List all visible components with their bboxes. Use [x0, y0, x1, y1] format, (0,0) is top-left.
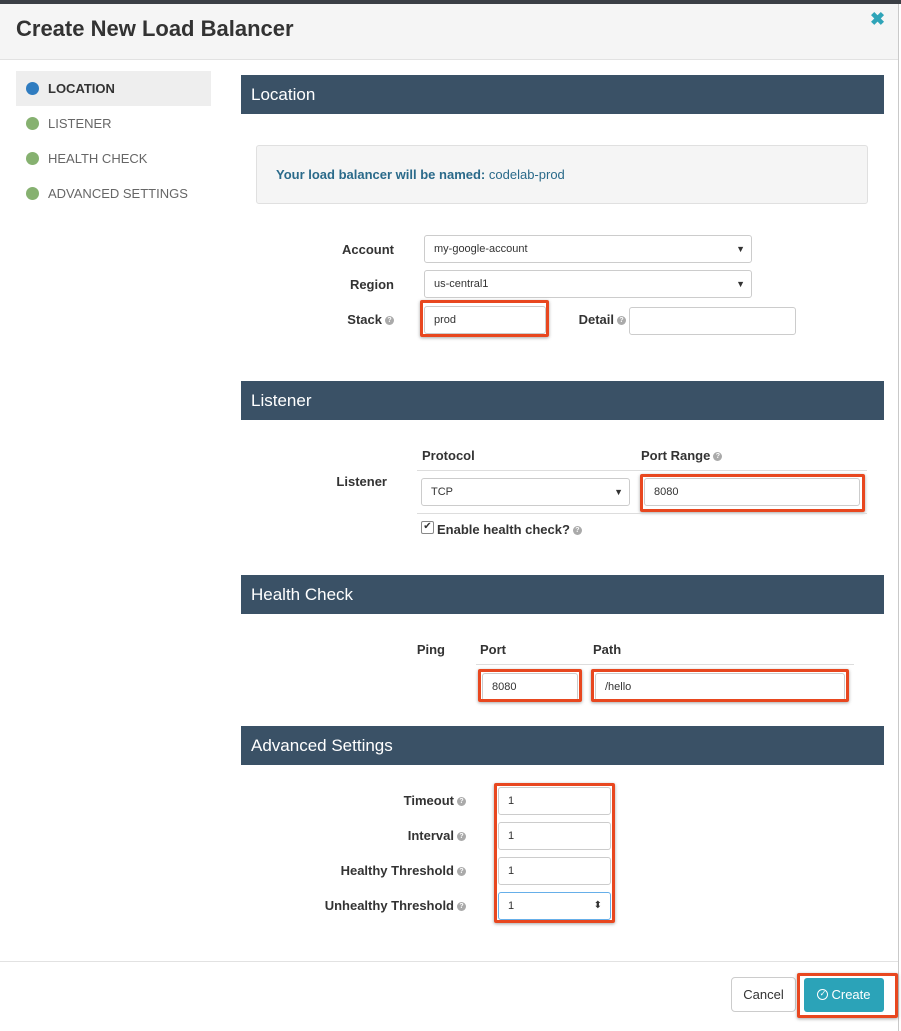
ping-port-column-header: Port: [480, 642, 506, 657]
account-value: my-google-account: [434, 243, 528, 255]
help-icon[interactable]: ?: [617, 316, 626, 326]
help-icon[interactable]: ?: [457, 797, 466, 807]
step-dot-icon: [26, 117, 39, 130]
ping-path-column-header: Path: [593, 642, 622, 657]
port-range-header-row: Port Range?: [641, 448, 723, 463]
load-balancer-name: codelab-prod: [488, 167, 565, 182]
chevron-down-icon: ▼: [736, 279, 745, 289]
interval-label: Interval: [407, 828, 454, 843]
protocol-column-header: Protocol: [422, 448, 475, 463]
advanced-settings-section-header: Advanced Settings: [241, 726, 884, 765]
highlight-ping-port: [478, 669, 582, 702]
region-label: Region: [349, 277, 394, 292]
detail-input[interactable]: [629, 307, 796, 335]
protocol-value: TCP: [431, 486, 453, 498]
chevron-down-icon: ▼: [614, 487, 623, 497]
step-dot-icon: [26, 187, 39, 200]
step-dot-icon: [26, 82, 39, 95]
help-icon[interactable]: ?: [713, 452, 723, 462]
detail-label: Detail: [578, 312, 614, 327]
help-icon[interactable]: ?: [457, 867, 466, 877]
nav-item-advanced-settings[interactable]: ADVANCED SETTINGS: [16, 176, 211, 211]
account-select[interactable]: my-google-account ▼: [424, 235, 752, 263]
enable-health-check-checkbox[interactable]: ✔: [421, 521, 434, 534]
region-select[interactable]: us-central1 ▼: [424, 270, 752, 298]
modal-header: Create New Load Balancer ✖: [0, 4, 898, 60]
port-range-column-header: Port Range: [641, 448, 711, 463]
account-label: Account: [342, 242, 394, 257]
nav-item-label: LOCATION: [48, 81, 115, 96]
chevron-down-icon: ▼: [736, 244, 745, 254]
detail-label-row: Detail?: [570, 312, 626, 327]
ping-label: Ping: [416, 642, 445, 657]
wizard-nav: LOCATION LISTENER HEALTH CHECK ADVANCED …: [16, 71, 211, 211]
unhealthy-threshold-label-row: Unhealthy Threshold?: [300, 898, 466, 913]
highlight-create-button: [797, 973, 898, 1018]
modal-footer-divider: [0, 961, 898, 962]
stack-label: Stack: [347, 312, 382, 327]
stack-label-row: Stack?: [300, 312, 394, 327]
help-icon[interactable]: ?: [385, 316, 394, 326]
highlight-ping-path: [591, 669, 849, 702]
nav-item-label: HEALTH CHECK: [48, 151, 148, 166]
timeout-label: Timeout: [403, 793, 454, 808]
cancel-button[interactable]: Cancel: [731, 977, 796, 1012]
enable-health-check-row: Enable health check??: [437, 522, 582, 537]
close-icon[interactable]: ✖: [870, 9, 885, 30]
name-prefix: Your load balancer will be named:: [276, 167, 486, 182]
step-dot-icon: [26, 152, 39, 165]
listener-section-header: Listener: [241, 381, 884, 420]
listener-row-label: Listener: [336, 474, 387, 489]
interval-label-row: Interval?: [300, 828, 466, 843]
load-balancer-name-info: Your load balancer will be named: codela…: [256, 145, 868, 204]
location-section-header: Location: [241, 75, 884, 114]
table-divider: [417, 513, 867, 514]
modal-title: Create New Load Balancer: [16, 16, 294, 41]
nav-item-listener[interactable]: LISTENER: [16, 106, 211, 141]
health-check-section-header: Health Check: [241, 575, 884, 614]
healthy-threshold-label: Healthy Threshold: [340, 863, 454, 878]
help-icon[interactable]: ?: [457, 902, 466, 912]
help-icon[interactable]: ?: [457, 832, 466, 842]
help-icon[interactable]: ?: [572, 526, 582, 536]
table-divider: [476, 664, 854, 665]
nav-item-health-check[interactable]: HEALTH CHECK: [16, 141, 211, 176]
healthy-threshold-label-row: Healthy Threshold?: [300, 863, 466, 878]
unhealthy-threshold-label: Unhealthy Threshold: [324, 898, 454, 913]
nav-item-label: ADVANCED SETTINGS: [48, 186, 188, 201]
highlight-stack: [420, 300, 549, 337]
highlight-port-range: [640, 474, 865, 512]
region-value: us-central1: [434, 278, 489, 290]
highlight-advanced-settings: [494, 783, 615, 923]
protocol-select[interactable]: TCP ▼: [421, 478, 630, 506]
enable-health-check-label: Enable health check?: [437, 522, 570, 537]
table-divider: [417, 470, 867, 471]
nav-item-location[interactable]: LOCATION: [16, 71, 211, 106]
nav-item-label: LISTENER: [48, 116, 112, 131]
timeout-label-row: Timeout?: [300, 793, 466, 808]
